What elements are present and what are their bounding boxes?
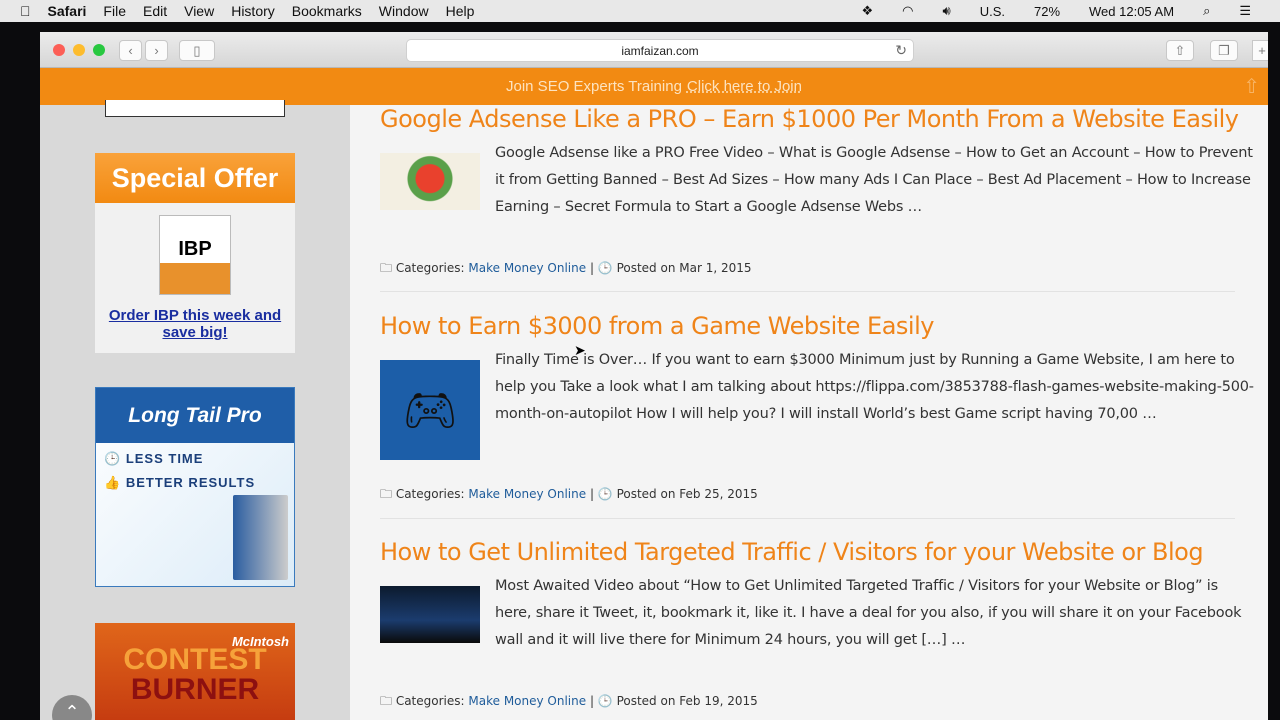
post-thumbnail[interactable] <box>380 153 480 210</box>
minimize-button[interactable] <box>73 44 85 56</box>
post-date: Feb 25, 2015 <box>679 487 758 501</box>
reload-icon[interactable]: ↻ <box>895 42 907 59</box>
post-thumbnail[interactable] <box>380 586 480 643</box>
menu-file[interactable]: File <box>103 3 126 19</box>
ibp-ad[interactable]: Special Offer IBP Order IBP this week an… <box>95 153 295 353</box>
category-link[interactable]: Make Money Online <box>468 694 586 708</box>
menu-bar:  Safari File Edit View History Bookmark… <box>0 0 1280 22</box>
posted-label: Posted on <box>616 261 676 275</box>
mouse-cursor: ➤ <box>574 342 586 358</box>
post-excerpt: Most Awaited Video about “How to Get Unl… <box>495 578 1242 648</box>
ad-line: 🕒 LESS TIME <box>104 451 204 466</box>
zoom-button[interactable] <box>93 44 105 56</box>
safari-window: ‹ › ▯ iamfaizan.com ↻ ⇧ ❐ + Join SEO Expe… <box>40 32 1268 720</box>
categories-label: Categories: <box>395 694 465 708</box>
clock[interactable]: Wed 12:05 AM <box>1089 4 1174 19</box>
ad-line-text: BETTER RESULTS <box>125 475 256 490</box>
menu-help[interactable]: Help <box>446 3 475 19</box>
post-title-link[interactable]: How to Earn $3000 from a Game Website Ea… <box>380 312 1260 340</box>
address-bar[interactable]: iamfaizan.com ↻ <box>406 39 914 62</box>
categories-label: Categories: <box>395 487 465 501</box>
volume-icon[interactable]: 🔊︎ <box>942 3 950 19</box>
menu-view[interactable]: View <box>184 3 214 19</box>
ad-line: 👍 BETTER RESULTS <box>104 475 256 490</box>
post: How to Earn $3000 from a Game Website Ea… <box>380 312 1260 501</box>
menu-window[interactable]: Window <box>379 3 429 19</box>
battery-percent[interactable]: 72% <box>1034 4 1060 19</box>
ibp-product-image: IBP <box>159 215 231 295</box>
post-list: Google Adsense Like a PRO – Earn $1000 P… <box>350 105 1268 720</box>
dropbox-icon[interactable]: ❖ <box>861 3 873 19</box>
menu-edit[interactable]: Edit <box>143 3 167 19</box>
input-locale[interactable]: U.S. <box>980 4 1005 19</box>
browser-toolbar: ‹ › ▯ iamfaizan.com ↻ ⇧ ❐ + <box>40 32 1268 68</box>
spotlight-icon[interactable]: ⌕ <box>1203 3 1210 19</box>
ad-title: BURNER <box>130 673 260 706</box>
post-excerpt: Finally Time is Over… If you want to ear… <box>495 352 1254 422</box>
menu-history[interactable]: History <box>231 3 275 19</box>
close-button[interactable] <box>53 44 65 56</box>
product-box-image <box>233 495 288 580</box>
notification-center-icon[interactable]: ☰ <box>1239 3 1251 19</box>
sidebar-toggle-icon[interactable]: ▯ <box>179 40 215 61</box>
wifi-icon[interactable]: ◠ <box>902 3 913 19</box>
posted-label: Posted on <box>616 487 676 501</box>
post-meta: 🗀 Categories: Make Money Online | 🕒 Post… <box>380 487 758 501</box>
banner-join-link[interactable]: Click here to Join <box>687 78 802 95</box>
post-meta: 🗀 Categories: Make Money Online | 🕒 Post… <box>380 261 752 275</box>
posted-label: Posted on <box>616 694 676 708</box>
new-tab-button[interactable]: + <box>1252 40 1268 61</box>
post-excerpt: Google Adsense like a PRO Free Video – W… <box>495 145 1253 215</box>
post: How to Get Unlimited Targeted Traffic / … <box>380 538 1260 708</box>
categories-label: Categories: <box>395 261 465 275</box>
post-date: Mar 1, 2015 <box>679 261 752 275</box>
apple-icon[interactable]:  <box>20 3 31 19</box>
post-meta: 🗀 Categories: Make Money Online | 🕒 Post… <box>380 694 758 708</box>
back-button[interactable]: ‹ <box>119 40 142 61</box>
share-icon[interactable]: ⇧ <box>1166 40 1194 61</box>
ad-header: Special Offer <box>95 153 295 203</box>
post-thumbnail[interactable]: 🎮︎ <box>380 360 480 460</box>
category-link[interactable]: Make Money Online <box>468 261 586 275</box>
ad-line-text: LESS TIME <box>125 451 204 466</box>
post-title-link[interactable]: How to Get Unlimited Targeted Traffic / … <box>380 538 1260 566</box>
post-date: Feb 19, 2015 <box>679 694 758 708</box>
ad-header: Long Tail Pro <box>96 388 294 443</box>
long-tail-pro-ad[interactable]: Long Tail Pro 🕒 LESS TIME 👍 BETTER RESUL… <box>95 387 295 587</box>
url-text: iamfaizan.com <box>621 43 699 58</box>
contest-burner-ad[interactable]: McIntosh CONTEST BURNER <box>95 623 295 720</box>
divider <box>380 518 1235 519</box>
tabs-icon[interactable]: ❐ <box>1210 40 1238 61</box>
scroll-to-top-button[interactable]: ⌃ <box>52 695 92 720</box>
divider <box>380 291 1235 292</box>
sidebar-search-input[interactable] <box>105 100 285 117</box>
ibp-order-link[interactable]: Order IBP this week and save big! <box>95 307 295 341</box>
category-link[interactable]: Make Money Online <box>468 487 586 501</box>
post-title-link[interactable]: Google Adsense Like a PRO – Earn $1000 P… <box>380 105 1260 133</box>
menu-safari[interactable]: Safari <box>48 3 87 19</box>
menu-bookmarks[interactable]: Bookmarks <box>292 3 362 19</box>
banner-text: Join SEO Experts Training <box>506 78 682 95</box>
post: Google Adsense Like a PRO – Earn $1000 P… <box>380 105 1260 275</box>
arrow-up-icon[interactable]: ⇧ <box>1243 74 1260 99</box>
forward-button[interactable]: › <box>145 40 168 61</box>
sidebar: Special Offer IBP Order IBP this week an… <box>40 100 350 720</box>
ad-brand: McIntosh <box>231 634 289 649</box>
